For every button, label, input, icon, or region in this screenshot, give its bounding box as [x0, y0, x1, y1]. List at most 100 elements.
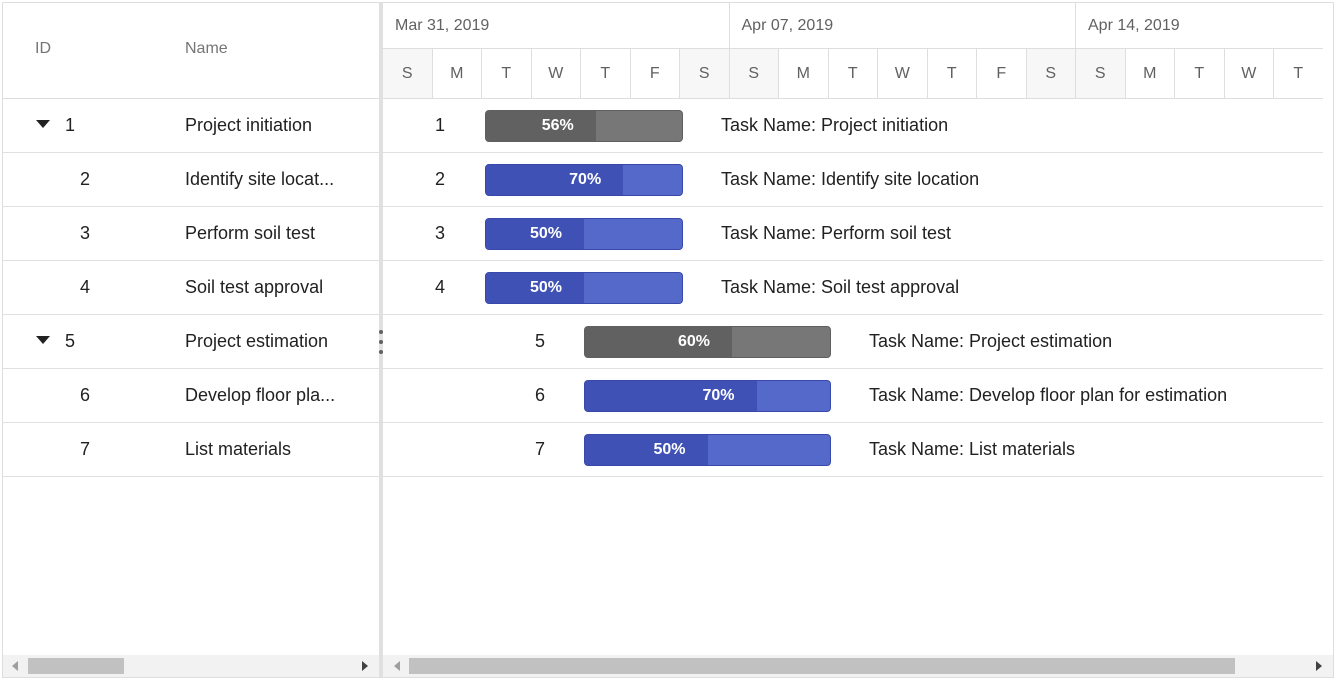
task-name-label: Task Name: Soil test approval: [721, 277, 960, 297]
progress-percent-label: 50%: [529, 225, 562, 242]
day-header-cell: W: [1225, 49, 1274, 98]
progress-percent-label: 70%: [569, 171, 602, 188]
grid-row[interactable]: 3 Perform soil test: [3, 207, 379, 261]
scroll-left-icon[interactable]: [12, 661, 18, 671]
day-header-cell: T: [1175, 49, 1225, 98]
day-header-cell: T: [928, 49, 977, 98]
day-header-cell: F: [631, 49, 680, 98]
task-name-label: Task Name: Identify site location: [721, 169, 980, 189]
day-header-cell: T: [1274, 49, 1324, 98]
task-progress-fill: 50%: [486, 219, 584, 249]
progress-percent-label: 50%: [529, 279, 562, 296]
progress-percent-label: 60%: [677, 333, 710, 350]
task-progress-fill: 60%: [585, 327, 732, 357]
collapse-arrow-icon[interactable]: [36, 336, 50, 344]
day-header-cell: W: [878, 49, 928, 98]
grid-row[interactable]: 2 Identify site locat...: [3, 153, 379, 207]
timeline-day-header: SMTWTFSSMTWTFSSMTWT: [383, 49, 1333, 99]
task-name-label: Task Name: Project estimation: [869, 331, 1113, 351]
gantt-chart: ID Name 1 Project initiation 2 Identify …: [2, 2, 1334, 678]
progress-percent-label: 56%: [541, 117, 574, 134]
row-name: Develop floor pla...: [185, 385, 336, 405]
task-name-label: Task Name: Perform soil test: [721, 223, 952, 243]
day-header-cell: S: [1026, 49, 1076, 98]
task-progress-fill: 50%: [486, 273, 584, 303]
scrollbar-thumb[interactable]: [28, 658, 124, 674]
progress-percent-label: 70%: [702, 387, 735, 404]
task-id-label: 2: [434, 169, 445, 189]
chart-row: 6 70% Task Name: Develop floor plan for es…: [383, 369, 1333, 423]
child-task-bar[interactable]: 70%: [485, 164, 683, 196]
chart-row: 3 50% Task Name: Perform soil test: [383, 207, 1333, 261]
vertical-scroll-track: [1323, 3, 1333, 655]
day-header-cell: T: [581, 49, 631, 98]
grid-row[interactable]: 7 List materials: [3, 423, 379, 477]
grid-horizontal-scrollbar[interactable]: [3, 655, 379, 677]
day-header-cell: T: [482, 49, 532, 98]
child-task-bar[interactable]: 70%: [584, 380, 831, 412]
child-task-bar[interactable]: 50%: [485, 218, 683, 250]
scroll-left-icon[interactable]: [394, 661, 400, 671]
day-header-cell: S: [680, 49, 730, 98]
row-name: Soil test approval: [185, 277, 324, 297]
chart-row: 7 50% Task Name: List materials: [383, 423, 1333, 477]
day-header-cell: S: [1076, 49, 1126, 98]
day-header-cell: M: [433, 49, 482, 98]
row-name: List materials: [185, 439, 292, 459]
collapse-arrow-icon[interactable]: [36, 120, 50, 128]
task-grid: ID Name 1 Project initiation 2 Identify …: [3, 3, 379, 677]
day-header-cell: W: [532, 49, 581, 98]
task-progress-fill: 70%: [486, 165, 624, 195]
row-name: Perform soil test: [185, 223, 316, 243]
task-name-label: Task Name: Project initiation: [721, 115, 949, 135]
task-name-label: Task Name: List materials: [869, 439, 1076, 459]
row-name: Project initiation: [185, 115, 313, 135]
scrollbar-thumb[interactable]: [409, 658, 1235, 674]
task-id-label: 7: [534, 439, 545, 459]
task-progress-fill: 50%: [585, 435, 708, 465]
scroll-right-icon[interactable]: [362, 661, 368, 671]
column-header-name[interactable]: Name: [185, 40, 228, 58]
child-task-bar[interactable]: 50%: [584, 434, 831, 466]
task-id-label: 4: [434, 277, 445, 297]
grid-header: ID Name: [3, 3, 379, 99]
day-header-cell: S: [383, 49, 433, 98]
task-name-label: Task Name: Develop floor plan for estima…: [869, 385, 1228, 405]
progress-percent-label: 50%: [653, 441, 686, 458]
day-header-cell: S: [729, 49, 779, 98]
parent-task-bar[interactable]: 60%: [584, 326, 831, 358]
row-id: 1: [65, 115, 76, 135]
row-id: 7: [80, 439, 91, 459]
chart-row: 5 60% Task Name: Project estimation: [383, 315, 1333, 369]
chart-pane: Mar 31, 2019 Apr 07, 2019 Apr 14, 2019 S…: [383, 3, 1333, 677]
week-header-cell: Apr 14, 2019: [1076, 3, 1333, 48]
chart-horizontal-scrollbar[interactable]: [383, 655, 1333, 677]
task-id-label: 1: [434, 115, 445, 135]
day-header-cell: F: [977, 49, 1027, 98]
grid-row[interactable]: 6 Develop floor pla...: [3, 369, 379, 423]
chart-row: 1 56% Task Name: Project initiation: [383, 99, 1333, 153]
grid-row[interactable]: 5 Project estimation: [3, 315, 379, 369]
row-name: Project estimation: [185, 331, 329, 351]
task-id-label: 3: [434, 223, 445, 243]
row-id: 3: [80, 223, 91, 243]
row-name: Identify site locat...: [185, 169, 335, 189]
scroll-right-icon[interactable]: [1316, 661, 1322, 671]
day-header-cell: T: [829, 49, 878, 98]
chart-row: 2 70% Task Name: Identify site location: [383, 153, 1333, 207]
row-id: 2: [80, 169, 91, 189]
chart-row: 4 50% Task Name: Soil test approval: [383, 261, 1333, 315]
timeline-week-header: Mar 31, 2019 Apr 07, 2019 Apr 14, 2019: [383, 3, 1333, 49]
row-id: 4: [80, 277, 91, 297]
task-id-label: 6: [534, 385, 545, 405]
day-header-cell: M: [779, 49, 829, 98]
row-id: 5: [65, 331, 76, 351]
task-id-label: 5: [534, 331, 545, 351]
parent-task-bar[interactable]: 56%: [485, 110, 683, 142]
column-header-id[interactable]: ID: [35, 40, 51, 58]
grid-row[interactable]: 4 Soil test approval: [3, 261, 379, 315]
week-header-cell: Mar 31, 2019: [383, 3, 730, 48]
grid-row[interactable]: 1 Project initiation: [3, 99, 379, 153]
week-header-cell: Apr 07, 2019: [730, 3, 1076, 48]
child-task-bar[interactable]: 50%: [485, 272, 683, 304]
